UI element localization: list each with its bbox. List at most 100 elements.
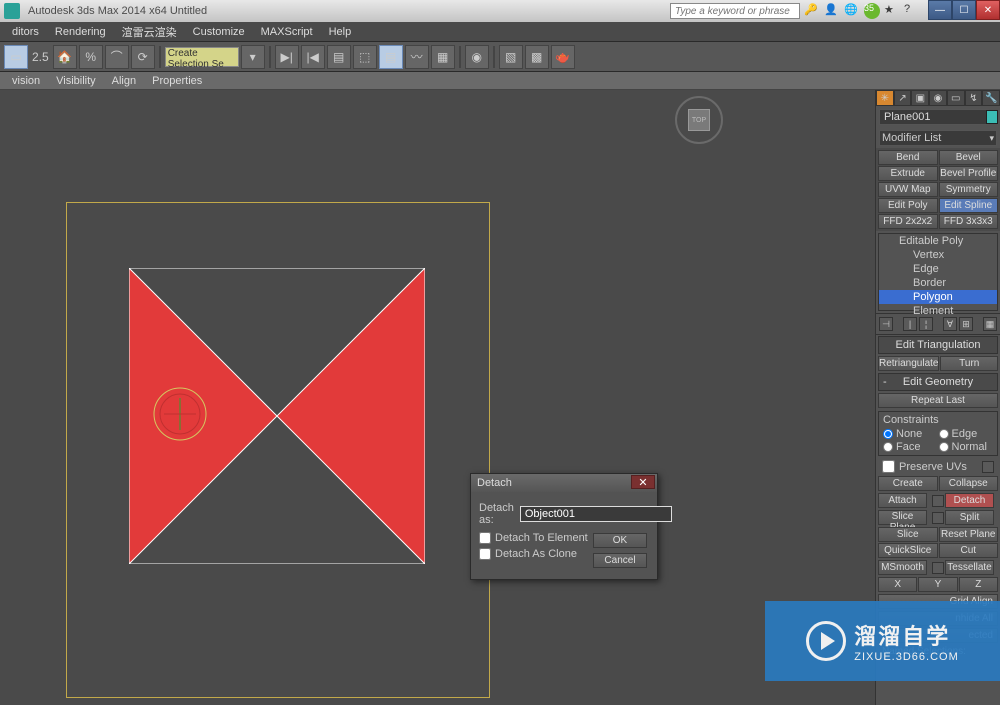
make-planar-y-button[interactable]: Y (918, 577, 957, 592)
ok-button[interactable]: OK (593, 533, 647, 548)
split-button[interactable]: Split (945, 510, 994, 525)
remove-mod-icon[interactable]: ∀ (943, 317, 957, 331)
mod-symmetry-button[interactable]: Symmetry (939, 182, 999, 197)
constraint-normal-radio[interactable] (939, 442, 949, 452)
menu-help[interactable]: Help (321, 26, 360, 38)
mod-editspline-button[interactable]: Edit Spline (939, 198, 999, 213)
slice-button[interactable]: Slice (878, 527, 938, 542)
motion-tab-icon[interactable]: ◉ (929, 90, 947, 106)
stack-polygon[interactable]: Polygon (879, 290, 997, 304)
msmooth-button[interactable]: MSmooth (878, 560, 927, 575)
cut-button[interactable]: Cut (939, 543, 999, 558)
mirror-icon[interactable]: ▶| (275, 45, 299, 69)
align-icon[interactable]: |◀ (301, 45, 325, 69)
detach-to-element-checkbox[interactable] (479, 532, 491, 544)
render-icon[interactable]: 🫖 (551, 45, 575, 69)
stack-border[interactable]: Border (879, 276, 997, 290)
schematic-icon[interactable]: ▦ (431, 45, 455, 69)
make-planar-z-button[interactable]: Z (959, 577, 998, 592)
attach-button[interactable]: Attach (878, 493, 927, 508)
menu-editors[interactable]: ditors (4, 26, 47, 38)
mod-bevelprofile-button[interactable]: Bevel Profile (939, 166, 999, 181)
select-tool-icon[interactable]: ▭ (4, 45, 28, 69)
quickslice-button[interactable]: QuickSlice (878, 543, 938, 558)
constraint-edge-radio[interactable] (939, 429, 949, 439)
modify-tab-icon[interactable]: ↗ (894, 90, 912, 106)
help-search-input[interactable] (670, 3, 800, 19)
menu-cloud-render[interactable]: 渲雷云渲染 (114, 24, 185, 40)
maximize-button[interactable]: ☐ (952, 0, 976, 20)
retriangulate-button[interactable]: Retriangulate (878, 356, 939, 371)
mod-ffd3-button[interactable]: FFD 3x3x3 (939, 214, 999, 229)
constraint-face-radio[interactable] (883, 442, 893, 452)
stack-editable-poly[interactable]: Editable Poly (879, 234, 997, 248)
show-end-icon[interactable]: | (903, 317, 917, 331)
configure-icon[interactable]: ⊞ (959, 317, 973, 331)
hierarchy-tab-icon[interactable]: ▣ (911, 90, 929, 106)
dialog-title-bar[interactable]: Detach ✕ (471, 474, 657, 492)
curve-editor-icon[interactable]: 〰 (405, 45, 429, 69)
vp-menu-division[interactable]: vision (4, 75, 48, 87)
viewcube[interactable]: TOP (675, 96, 723, 144)
tessellate-button[interactable]: Tessellate (945, 560, 994, 575)
angle-snap-icon[interactable]: ⌒ (105, 45, 129, 69)
vp-menu-properties[interactable]: Properties (144, 75, 210, 87)
selection-set-dropdown[interactable]: Create Selection Se (165, 47, 239, 67)
make-planar-x-button[interactable]: X (878, 577, 917, 592)
viewport[interactable]: TOP Detach ✕ (0, 90, 875, 705)
pin-stack-icon[interactable]: ⊣ (879, 317, 893, 331)
repeat-last-button[interactable]: Repeat Last (878, 393, 998, 408)
dropdown-arrow-icon[interactable]: ▾ (241, 45, 265, 69)
menu-customize[interactable]: Customize (185, 26, 253, 38)
spinner-snap-icon[interactable]: ⟳ (131, 45, 155, 69)
stack-edge[interactable]: Edge (879, 262, 997, 276)
mod-ffd2-button[interactable]: FFD 2x2x2 (878, 214, 938, 229)
split-checkbox[interactable] (932, 512, 944, 524)
mod-bevel-button[interactable]: Bevel (939, 150, 999, 165)
attach-list-icon[interactable] (932, 495, 944, 507)
rollout-edit-geometry[interactable]: Edit Geometry (878, 373, 998, 391)
mod-extrude-button[interactable]: Extrude (878, 166, 938, 181)
utilities2-tab-icon[interactable]: 🔧 (982, 90, 1000, 106)
percent-snap-icon[interactable]: % (79, 45, 103, 69)
display-tab-icon[interactable]: ▭ (947, 90, 965, 106)
preserve-uvs-checkbox[interactable] (882, 460, 895, 473)
vp-menu-visibility[interactable]: Visibility (48, 75, 104, 87)
globe-icon[interactable]: 🌐 (844, 3, 860, 19)
make-unique-icon[interactable]: ¦ (919, 317, 933, 331)
constraint-none-radio[interactable] (883, 429, 893, 439)
create-tab-icon[interactable]: ✳ (876, 90, 894, 106)
create-button[interactable]: Create (878, 476, 938, 491)
detach-button[interactable]: Detach (945, 493, 994, 508)
transform-gizmo[interactable] (152, 386, 208, 442)
quick-align-icon[interactable]: ▤ (327, 45, 351, 69)
detach-as-clone-checkbox[interactable] (479, 548, 491, 560)
modifier-stack[interactable]: Editable Poly Vertex Edge Border Polygon… (878, 233, 998, 311)
preserve-uvs-settings-icon[interactable] (982, 461, 994, 473)
key-icon[interactable]: 🔑 (804, 3, 820, 19)
viewcube-face[interactable]: TOP (688, 109, 710, 131)
modifier-list-dropdown[interactable]: Modifier List (879, 130, 997, 146)
vp-menu-align[interactable]: Align (104, 75, 144, 87)
star-icon[interactable]: ★ (884, 3, 900, 19)
config2-icon[interactable]: ▦ (983, 317, 997, 331)
dialog-close-button[interactable]: ✕ (631, 475, 655, 489)
mod-editpoly-button[interactable]: Edit Poly (878, 198, 938, 213)
snap-home-icon[interactable]: 🏠 (53, 45, 77, 69)
notification-badge[interactable]: 35 (864, 3, 880, 19)
slice-plane-button[interactable]: Slice Plane (878, 510, 927, 525)
object-name-input[interactable] (879, 109, 989, 125)
close-button[interactable]: ✕ (976, 0, 1000, 20)
object-color-swatch[interactable] (986, 110, 998, 124)
stack-vertex[interactable]: Vertex (879, 248, 997, 262)
material-editor-icon[interactable]: ◉ (465, 45, 489, 69)
collapse-button[interactable]: Collapse (939, 476, 999, 491)
render-frame-icon[interactable]: ▩ (525, 45, 549, 69)
detach-as-input[interactable] (520, 506, 672, 522)
cancel-button[interactable]: Cancel (593, 553, 647, 568)
layers-icon[interactable]: ⬚ (353, 45, 377, 69)
menu-rendering[interactable]: Rendering (47, 26, 114, 38)
minimize-button[interactable]: — (928, 0, 952, 20)
mod-bend-button[interactable]: Bend (878, 150, 938, 165)
mod-uvwmap-button[interactable]: UVW Map (878, 182, 938, 197)
